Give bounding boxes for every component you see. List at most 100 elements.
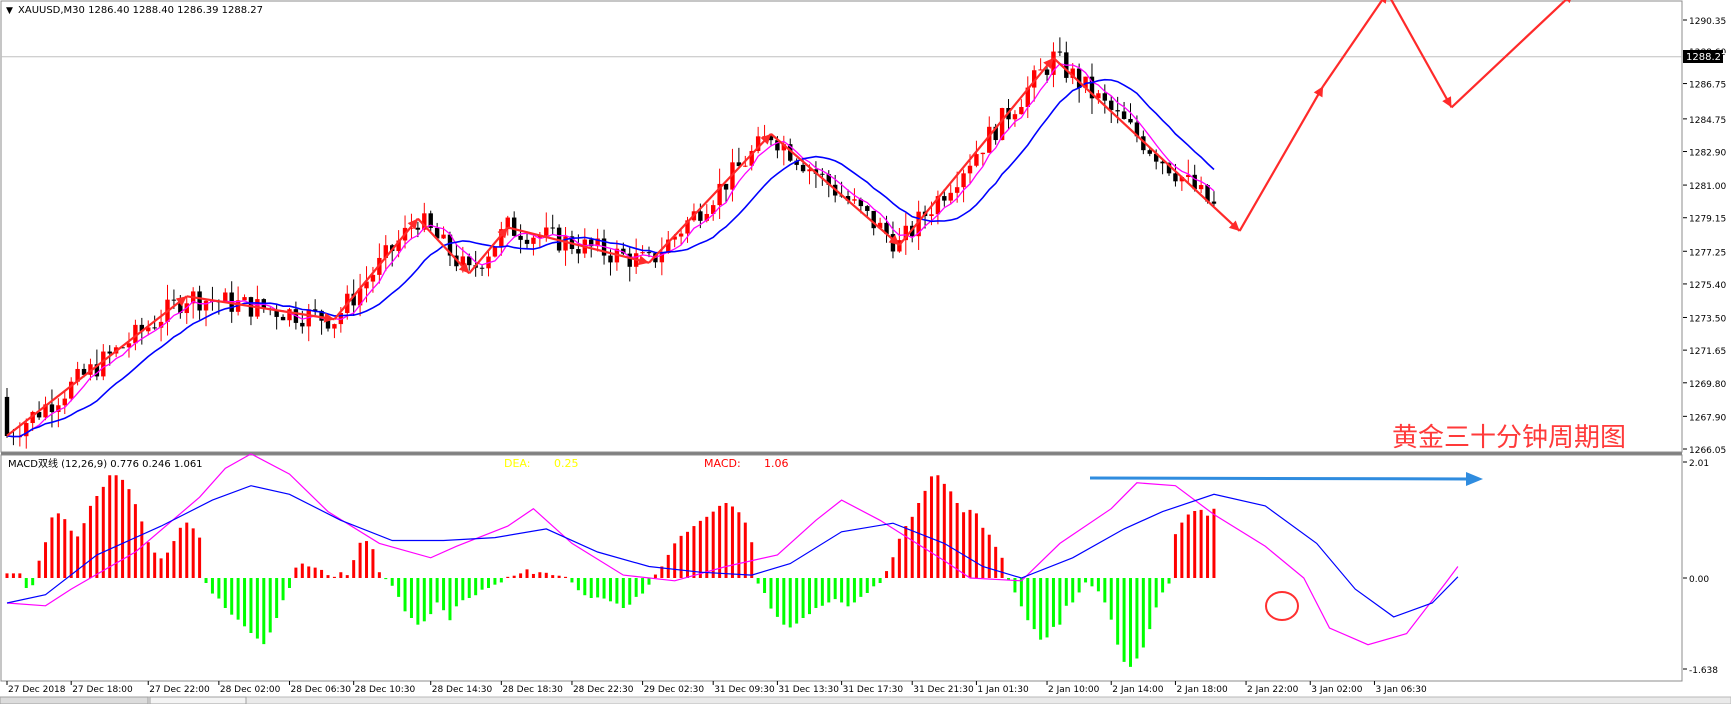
x-tick-label: 28 Dec 02:00	[220, 685, 281, 695]
tab-middle[interactable]	[149, 696, 247, 705]
candle-body	[1211, 201, 1217, 204]
macd-y-tick-label: -1.638	[1689, 666, 1718, 676]
candle-body	[678, 233, 684, 237]
candle-body	[223, 292, 228, 303]
x-tick-label: 28 Dec 10:30	[355, 685, 416, 695]
y-tick-label: 1281.00	[1689, 182, 1726, 192]
candle-body	[544, 227, 549, 236]
candle-body	[332, 324, 337, 329]
macd-y-axis: 2.01 0.00 -1.638	[1683, 459, 1718, 676]
candle-body	[987, 126, 992, 153]
macd-value: 1.06	[764, 457, 789, 470]
dea-value: 0.25	[554, 457, 579, 470]
macd-y-tick-label: 0.00	[1689, 575, 1709, 585]
candle-body	[300, 322, 305, 327]
candle-body	[1198, 185, 1204, 190]
x-tick-label: 2 Jan 22:00	[1247, 685, 1299, 695]
candle-body	[325, 320, 331, 329]
bottom-tab-bar	[0, 696, 1731, 705]
candle-body	[287, 309, 292, 321]
candle-body	[948, 192, 953, 201]
candle-body	[550, 227, 555, 229]
chart-svg: 1290.351288.601286.751284.751282.901281.…	[0, 0, 1731, 705]
candle-body	[1121, 111, 1127, 119]
candle-body	[4, 396, 10, 436]
y-tick-label: 1266.05	[1689, 446, 1726, 456]
macd-label: MACD:	[704, 457, 741, 470]
candle-body	[820, 173, 825, 175]
y-tick-label: 1273.50	[1689, 314, 1726, 324]
candle-body	[640, 252, 645, 254]
candle-body	[1173, 173, 1178, 182]
candle-body	[152, 327, 157, 329]
y-tick-label: 1279.15	[1689, 215, 1726, 225]
candle-body	[980, 152, 986, 155]
candle-body	[242, 297, 247, 301]
candle-body	[1147, 150, 1152, 154]
candle-body	[608, 255, 613, 263]
symbol-header: XAUUSD,M30 1286.40 1288.40 1286.39 1288.…	[18, 5, 263, 16]
candle-body	[852, 199, 857, 201]
y-tick-label: 1275.40	[1689, 281, 1726, 291]
main-y-axis: 1290.351288.601286.751284.751282.901281.…	[1683, 17, 1726, 456]
candle-body	[441, 234, 446, 239]
candle-body	[524, 239, 530, 244]
candle-body	[1012, 114, 1018, 120]
candle-body	[865, 206, 870, 211]
x-tick-label: 27 Dec 22:00	[149, 685, 210, 695]
y-tick-label: 1286.75	[1689, 81, 1726, 91]
candle-body	[1115, 110, 1120, 112]
candle-body	[743, 165, 748, 167]
x-tick-label: 29 Dec 02:30	[644, 685, 705, 695]
macd-header: MACD双线 (12,26,9) 0.776 0.246 1.061	[8, 457, 203, 470]
x-tick-label: 28 Dec 06:30	[290, 685, 351, 695]
candle-body	[698, 211, 703, 221]
candle-body	[171, 299, 177, 301]
x-tick-label: 28 Dec 14:30	[432, 685, 493, 695]
x-tick-label: 2 Jan 18:00	[1176, 685, 1228, 695]
candle-body	[479, 267, 485, 269]
chart-watermark: 黄金三十分钟周期图	[1392, 423, 1626, 453]
candle-body	[511, 217, 517, 236]
candle-body	[492, 246, 498, 257]
x-tick-label: 1 Jan 01:30	[977, 685, 1029, 695]
candle-body	[576, 249, 581, 254]
x-tick-label: 27 Dec 2018	[8, 685, 66, 695]
dea-label: DEA:	[504, 457, 530, 470]
candle-body	[954, 187, 960, 193]
trading-chart: 1290.351288.601286.751284.751282.901281.…	[0, 0, 1731, 705]
candle-body	[1128, 118, 1133, 123]
macd-y-tick-label: 2.01	[1689, 459, 1709, 469]
x-tick-label: 3 Jan 06:30	[1375, 685, 1427, 695]
candle-body	[1057, 51, 1063, 53]
x-tick-label: 3 Jan 02:00	[1311, 685, 1363, 695]
header-marker: ▼	[6, 6, 13, 16]
candle-body	[1076, 68, 1082, 89]
y-tick-label: 1282.90	[1689, 149, 1726, 159]
y-tick-label: 1284.75	[1689, 116, 1726, 126]
x-tick-label: 31 Dec 21:30	[913, 685, 974, 695]
candle-body	[62, 398, 67, 406]
candle-body	[107, 351, 112, 354]
candle-body	[646, 252, 652, 254]
candle-body	[961, 173, 966, 188]
candle-body	[415, 227, 421, 230]
y-tick-label: 1290.35	[1689, 17, 1726, 27]
tab-left[interactable]	[0, 696, 149, 705]
x-tick-label: 31 Dec 13:30	[778, 685, 839, 695]
candle-body	[1019, 107, 1024, 115]
candle-body	[1044, 69, 1050, 75]
candle-body	[197, 291, 202, 311]
candle-body	[49, 404, 55, 413]
candle-body	[280, 316, 286, 321]
x-tick-label: 31 Dec 09:30	[714, 685, 775, 695]
x-tick-label: 28 Dec 18:30	[502, 685, 563, 695]
x-tick-label: 2 Jan 14:00	[1112, 685, 1164, 695]
candle-body	[531, 237, 536, 244]
candle-body	[203, 300, 209, 311]
candle-body	[101, 351, 106, 377]
candle-body	[967, 165, 973, 174]
x-tick-label: 28 Dec 22:30	[573, 685, 634, 695]
candle-body	[1102, 93, 1108, 101]
candle-body	[800, 164, 806, 172]
